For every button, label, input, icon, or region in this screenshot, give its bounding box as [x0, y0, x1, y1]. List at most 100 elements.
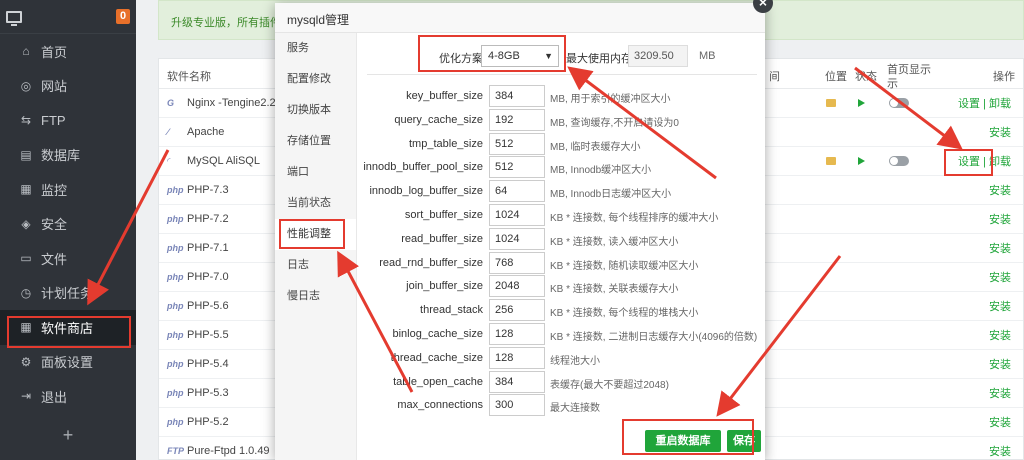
home-toggle[interactable]: [889, 156, 909, 166]
row-action-link[interactable]: 设置 | 卸载: [958, 95, 1011, 111]
param-input[interactable]: 384: [489, 370, 545, 393]
param-input[interactable]: 384: [489, 85, 545, 107]
sidebar-item-label: 计划任务: [41, 286, 94, 302]
software-logo-icon: php: [167, 359, 184, 369]
sidebar-item[interactable]: ▤ 数据库: [0, 138, 136, 173]
param-input[interactable]: 2048: [489, 275, 545, 298]
param-row: sort_buffer_size 1024 KB * 连接数, 每个线程排序的缓冲大…: [357, 204, 765, 226]
software-name: php PHP-5.4: [167, 358, 229, 370]
modal-nav-item[interactable]: 配置修改: [275, 64, 356, 95]
param-input[interactable]: 128: [489, 323, 545, 345]
sidebar-item[interactable]: ⇥ 退出: [0, 379, 136, 414]
sidebar-menu: ⌂ 首页 ◎ 网站 ⇆ FTP ▤ 数据库 ▦ 监控 ◈ 安全 ▭ 文件 ◷ 计划任务 ▦ 软件商店 ⚙ 面板设置 ⇥ 退…: [0, 34, 136, 414]
sidebar-item[interactable]: ◎ 网站: [0, 69, 136, 104]
param-key: read_rnd_buffer_size: [379, 256, 483, 269]
modal-nav-item[interactable]: 当前状态: [275, 188, 356, 219]
add-icon[interactable]: +: [0, 425, 136, 446]
software-name-label: PHP-7.3: [187, 184, 229, 196]
row-action-link[interactable]: 安装: [989, 298, 1011, 314]
software-name-label: Apache: [187, 126, 225, 138]
param-row: innodb_log_buffer_size 64 MB, Innodb日志缓冲区大…: [357, 180, 765, 203]
row-action-link[interactable]: 安装: [989, 356, 1011, 372]
row-action-link[interactable]: 安装: [989, 211, 1011, 227]
param-desc: 最大连接数: [550, 403, 600, 415]
home-toggle[interactable]: [889, 98, 909, 108]
software-name: php PHP-7.0: [167, 271, 229, 283]
max-mem-label: 最大使用内存: [566, 53, 632, 65]
param-input[interactable]: 1024: [489, 204, 545, 226]
param-row: innodb_buffer_pool_size 512 MB, Innodb缓冲区大…: [357, 156, 765, 179]
row-action-link[interactable]: 安装: [989, 240, 1011, 256]
param-input[interactable]: 192: [489, 108, 545, 131]
row-action-link[interactable]: 安装: [989, 182, 1011, 198]
sidebar: 0 ⌂ 首页 ◎ 网站 ⇆ FTP ▤ 数据库 ▦ 监控 ◈ 安全 ▭ 文件 ◷ 计划任务 ▦ 软件商店 ⚙ 面板设置…: [0, 0, 136, 460]
param-key: read_buffer_size: [401, 232, 483, 245]
param-input[interactable]: 512: [489, 132, 545, 155]
software-name-label: PHP-7.2: [187, 213, 229, 225]
modal-title: mysqld管理: [275, 3, 765, 33]
modal-nav-item[interactable]: 服务: [275, 33, 356, 64]
software-name-label: PHP-5.4: [187, 358, 229, 370]
param-key: binlog_cache_size: [392, 328, 483, 340]
gear-icon: ⚙: [20, 354, 32, 369]
param-input[interactable]: 512: [489, 156, 545, 179]
sidebar-item[interactable]: ⌂ 首页: [0, 34, 136, 69]
folder-icon[interactable]: [826, 99, 836, 107]
param-key: join_buffer_size: [406, 280, 483, 293]
max-mem-input[interactable]: 3209.50: [628, 45, 688, 67]
modal-nav-item[interactable]: 慢日志: [275, 281, 356, 312]
row-action-link[interactable]: 安装: [989, 443, 1011, 459]
param-key: query_cache_size: [394, 113, 483, 126]
software-logo-icon: php: [167, 301, 184, 311]
sidebar-item-label: 网站: [41, 79, 68, 95]
row-action-link[interactable]: 安装: [989, 414, 1011, 430]
sidebar-item-label: 安全: [41, 217, 68, 233]
param-input[interactable]: 300: [489, 394, 545, 417]
row-action-link[interactable]: 安装: [989, 124, 1011, 140]
database-icon: ▤: [20, 147, 32, 162]
row-action-link[interactable]: 安装: [989, 385, 1011, 401]
param-desc: KB * 连接数, 读入缓冲区大小: [550, 236, 679, 248]
play-icon[interactable]: [858, 157, 865, 165]
param-desc: MB, Innodb日志缓冲区大小: [550, 189, 672, 201]
row-action-link[interactable]: 安装: [989, 269, 1011, 285]
software-name-label: PHP-5.3: [187, 387, 229, 399]
param-input[interactable]: 768: [489, 251, 545, 274]
software-logo-icon: php: [167, 330, 184, 340]
param-desc: KB * 连接数, 关联表缓存大小: [550, 284, 679, 296]
software-name-label: Nginx -Tengine2.2.: [187, 97, 279, 109]
param-key: thread_cache_size: [390, 351, 483, 364]
modal-nav-item[interactable]: 日志: [275, 250, 356, 281]
modal-nav-item[interactable]: 存储位置: [275, 126, 356, 157]
param-row: key_buffer_size 384 MB, 用于索引的缓冲区大小: [357, 85, 765, 107]
param-input[interactable]: 128: [489, 346, 545, 369]
row-action-link[interactable]: 安装: [989, 327, 1011, 343]
modal-nav-item[interactable]: 端口: [275, 157, 356, 188]
param-desc: MB, 临时表缓存大小: [550, 141, 641, 153]
sidebar-item[interactable]: ⚙ 面板设置: [0, 345, 136, 380]
sidebar-item[interactable]: ⇆ FTP: [0, 103, 136, 138]
param-row: max_connections 300 最大连接数: [357, 394, 765, 417]
modal-body: 优化方案 4-8GB ▼ 最大使用内存 3209.50 MB key_buffe…: [357, 33, 765, 460]
software-logo-icon: ◜: [167, 155, 171, 166]
param-input[interactable]: 1024: [489, 227, 545, 250]
modal-nav-item[interactable]: 切换版本: [275, 95, 356, 126]
play-icon[interactable]: [858, 99, 865, 107]
highlight-optimize: [418, 35, 566, 72]
divider: [367, 74, 757, 75]
software-name: FTP Pure-Ftpd 1.0.49: [167, 445, 270, 457]
folder-icon[interactable]: [826, 157, 836, 165]
sidebar-item[interactable]: ◈ 安全: [0, 207, 136, 242]
software-name: G Nginx -Tengine2.2.: [167, 97, 279, 109]
param-input[interactable]: 256: [489, 299, 545, 322]
software-name-label: PHP-5.5: [187, 329, 229, 341]
software-logo-icon: FTP: [167, 446, 184, 456]
software-logo-icon: G: [167, 98, 175, 108]
sidebar-item[interactable]: ◷ 计划任务: [0, 276, 136, 311]
sidebar-item[interactable]: ▦ 监控: [0, 172, 136, 207]
param-input[interactable]: 64: [489, 180, 545, 203]
param-row: thread_stack 256 KB * 连接数, 每个线程的堆栈大小: [357, 299, 765, 322]
sidebar-item[interactable]: ▭ 文件: [0, 241, 136, 276]
notification-badge[interactable]: 0: [116, 9, 130, 24]
monitor-icon[interactable]: [6, 10, 22, 26]
